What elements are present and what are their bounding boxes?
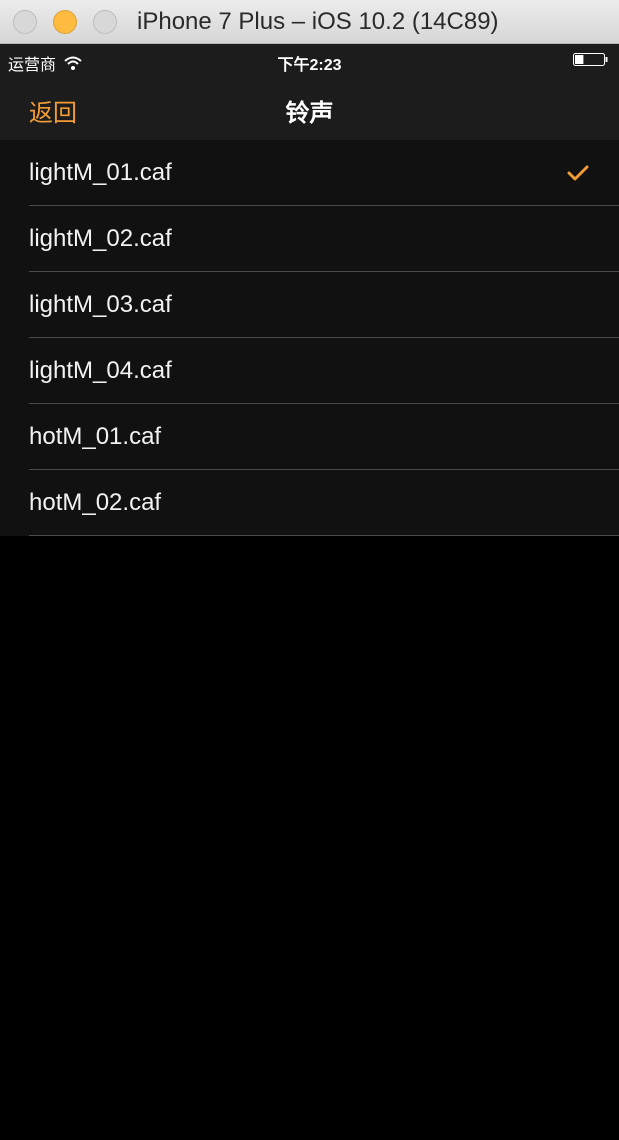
close-window-button[interactable] [13, 10, 37, 34]
status-time: 下午2:23 [277, 57, 342, 74]
ringtone-label: lightM_01.caf [29, 159, 172, 186]
ringtone-label: lightM_02.caf [29, 225, 172, 252]
checkmark-icon [567, 165, 589, 181]
window-titlebar: iPhone 7 Plus – iOS 10.2 (14C89) [0, 0, 619, 44]
ringtone-label: hotM_01.caf [29, 423, 162, 450]
row-divider [29, 535, 619, 536]
ringtone-label: lightM_04.caf [29, 357, 172, 384]
ringtone-row[interactable]: hotM_01.caf [0, 404, 619, 470]
ringtone-label: lightM_03.caf [29, 291, 172, 318]
ringtone-row[interactable]: lightM_02.caf [0, 206, 619, 272]
minimize-window-button[interactable] [53, 10, 77, 34]
battery-level-fill [575, 55, 584, 64]
navigation-bar: 返回 铃声 [0, 75, 619, 140]
ringtone-row[interactable]: lightM_01.caf [0, 140, 619, 206]
ringtone-row[interactable]: lightM_04.caf [0, 338, 619, 404]
simulator-window: iPhone 7 Plus – iOS 10.2 (14C89) 运营商 下午2… [0, 0, 619, 1140]
ringtone-row[interactable]: hotM_02.caf [0, 470, 619, 536]
page-title: 铃声 [285, 100, 334, 127]
battery-icon [573, 53, 608, 66]
ringtone-list: lightM_01.caf lightM_02.caf lightM_03.ca… [0, 140, 619, 536]
zoom-window-button[interactable] [93, 10, 117, 34]
ringtone-label: hotM_02.caf [29, 489, 162, 516]
ios-status-bar: 运营商 下午2:23 [0, 44, 619, 75]
window-title: iPhone 7 Plus – iOS 10.2 (14C89) [137, 8, 499, 35]
ringtone-row[interactable]: lightM_03.caf [0, 272, 619, 338]
